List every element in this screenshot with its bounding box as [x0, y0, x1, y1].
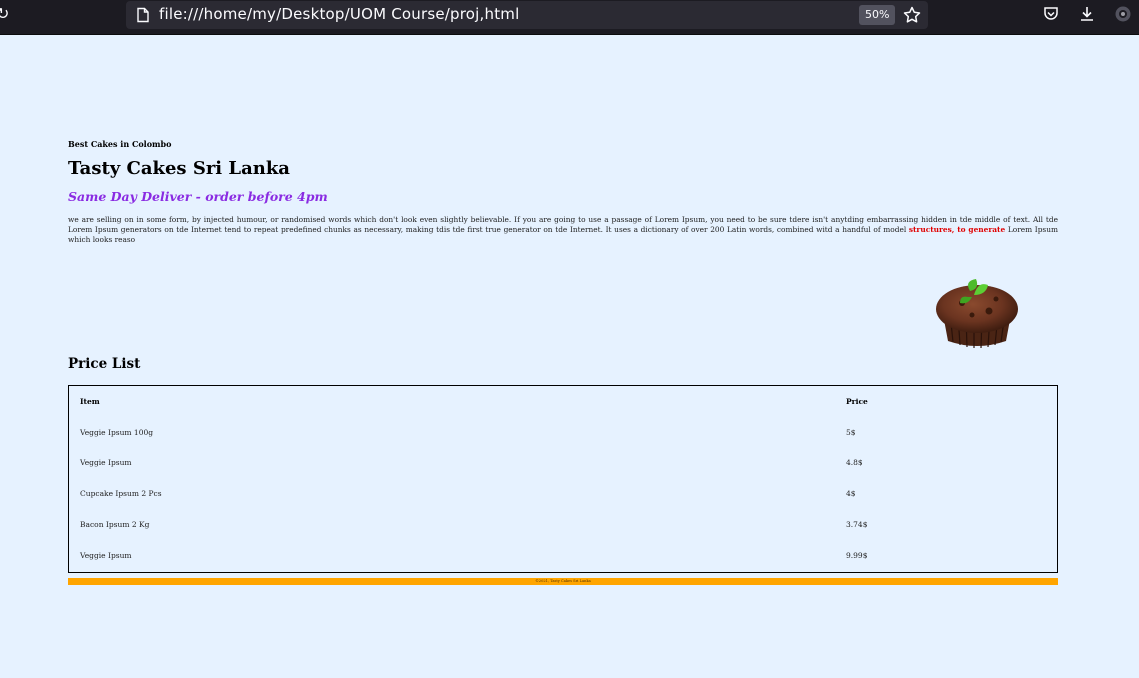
- price-table: Item Price Veggie Ipsum 100g 5$ Veggie I…: [68, 385, 1058, 573]
- item-cell: Cupcake Ipsum 2 Pcs: [80, 489, 162, 499]
- item-cell: Veggie Ipsum 100g: [80, 427, 154, 437]
- price-cell: 3.74$: [846, 520, 868, 530]
- page-icon: [137, 7, 149, 23]
- table-row: Veggie Ipsum 9.99$: [69, 540, 1057, 571]
- price-cell: 4$: [846, 489, 856, 499]
- column-header-price: Price: [846, 396, 868, 406]
- intro-paragraph: we are selling on in some form, by injec…: [68, 215, 1058, 245]
- url-text[interactable]: file:///home/my/Desktop/UOM Course/proj,…: [159, 5, 519, 23]
- tagline: Best Cakes in Colombo: [68, 139, 172, 149]
- site-title: Tasty Cakes Sri Lanka: [68, 158, 290, 179]
- table-row: Cupcake Ipsum 2 Pcs 4$: [69, 478, 1057, 509]
- item-cell: Veggie Ipsum: [80, 550, 132, 560]
- intro-highlight: structures, to generate: [908, 225, 1006, 234]
- item-cell: Bacon Ipsum 2 Kg: [80, 520, 150, 530]
- delivery-notice: Same Day Deliver - order before 4pm: [68, 189, 328, 204]
- reload-icon[interactable]: ↻: [0, 6, 10, 22]
- cupcake-image: [936, 279, 1018, 349]
- bookmark-star-icon[interactable]: [902, 5, 922, 25]
- column-header-item: Item: [80, 396, 100, 406]
- price-cell: 5$: [846, 427, 856, 437]
- pocket-icon[interactable]: [1042, 5, 1060, 23]
- table-row: Bacon Ipsum 2 Kg 3.74$: [69, 509, 1057, 540]
- browser-toolbar: ↻ file:///home/my/Desktop/UOM Course/pro…: [0, 0, 1139, 35]
- url-bar[interactable]: file:///home/my/Desktop/UOM Course/proj,…: [126, 1, 928, 29]
- table-row: Veggie Ipsum 4.8$: [69, 448, 1057, 479]
- price-cell: 4.8$: [846, 458, 863, 468]
- table-row: Veggie Ipsum 100g 5$: [69, 417, 1057, 448]
- table-header-row: Item Price: [69, 386, 1057, 417]
- item-cell: Veggie Ipsum: [80, 458, 132, 468]
- zoom-level-badge[interactable]: 50%: [859, 5, 896, 25]
- account-icon[interactable]: [1114, 5, 1132, 23]
- price-list-heading: Price List: [68, 356, 141, 372]
- price-cell: 9.99$: [846, 550, 868, 560]
- footer: ©2021, Tasty Cakes Sri Lanka: [68, 578, 1058, 585]
- download-icon[interactable]: [1078, 5, 1096, 23]
